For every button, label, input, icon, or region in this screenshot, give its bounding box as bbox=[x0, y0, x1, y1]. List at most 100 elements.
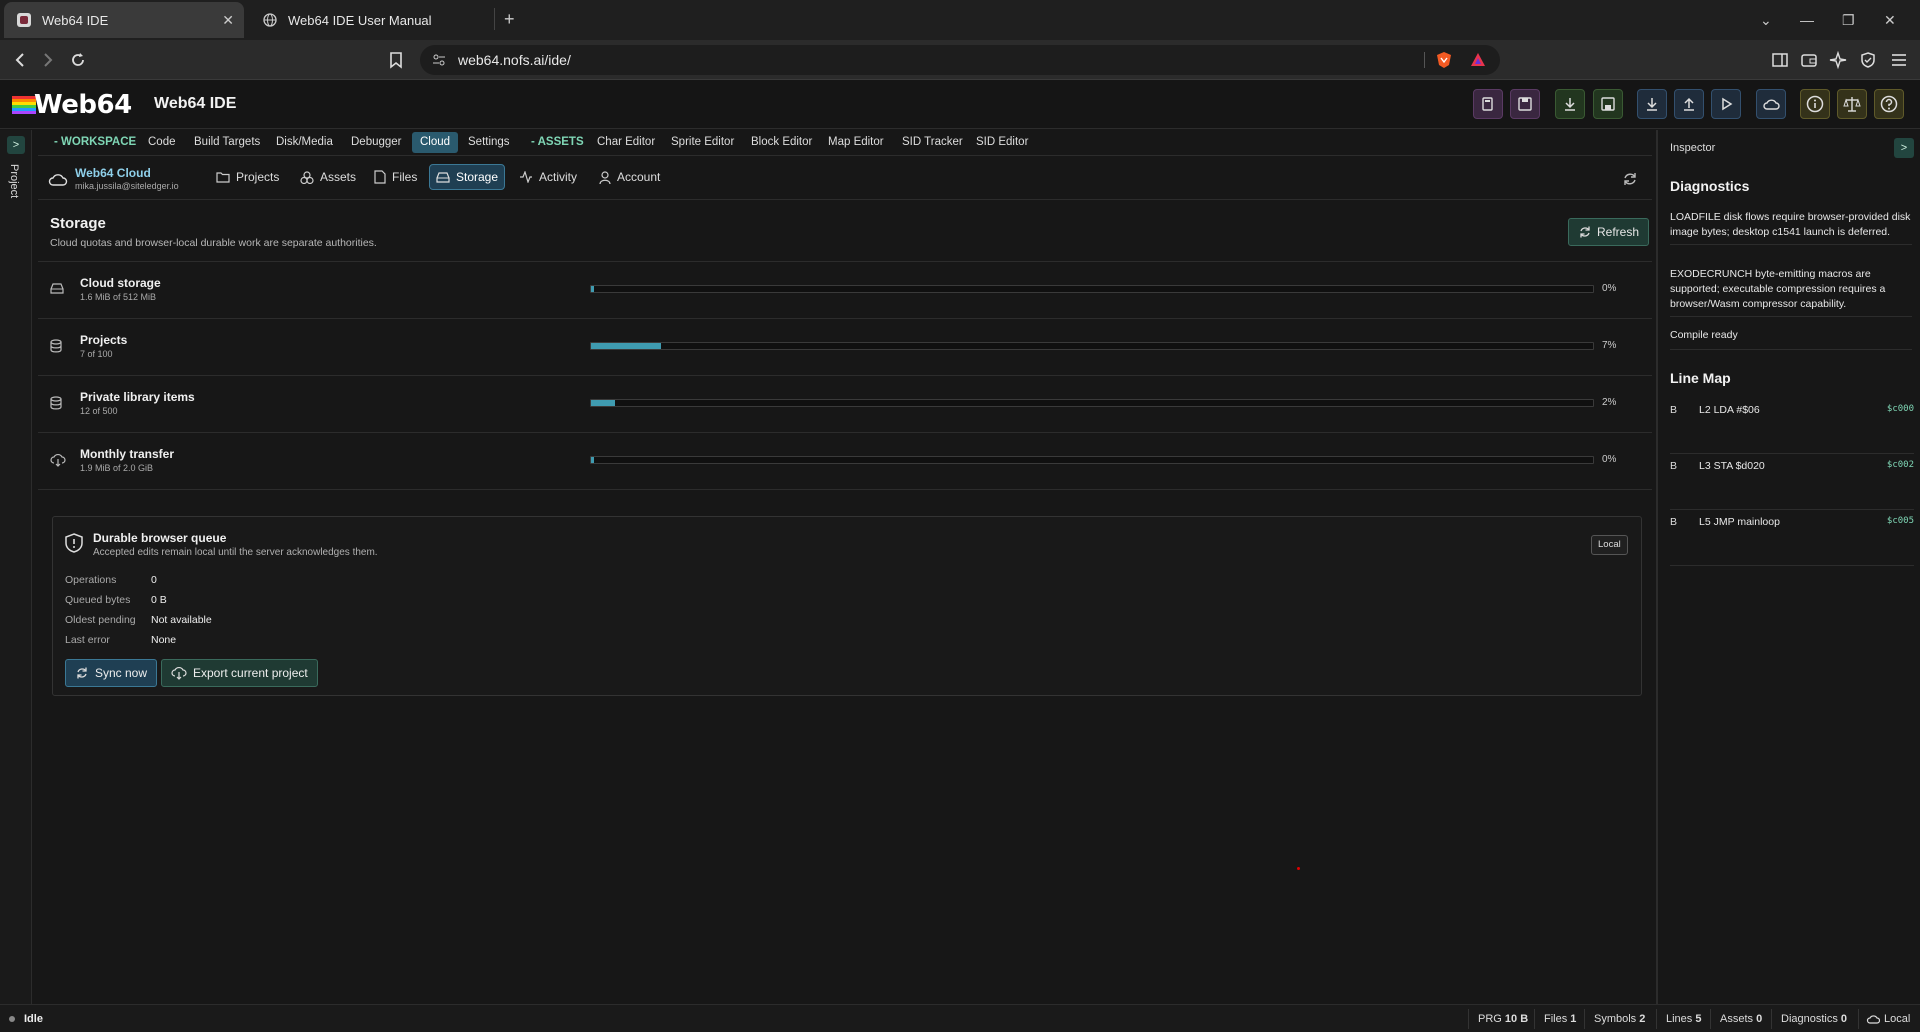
refresh-button[interactable]: Refresh bbox=[1568, 218, 1650, 246]
minimize-icon[interactable]: — bbox=[1800, 12, 1814, 28]
workspace-section-label[interactable]: - WORKSPACE bbox=[50, 130, 140, 154]
brave-rewards-icon[interactable] bbox=[1470, 52, 1486, 68]
status-divider bbox=[1771, 1009, 1772, 1029]
brave-shield-icon[interactable] bbox=[1436, 51, 1452, 69]
tab-assets[interactable]: Assets bbox=[294, 164, 362, 190]
status-label: Symbols bbox=[1594, 1013, 1637, 1025]
menu-build-targets[interactable]: Build Targets bbox=[190, 130, 264, 154]
line-map-kind: B bbox=[1670, 516, 1678, 528]
run-button[interactable] bbox=[1711, 89, 1741, 119]
sidebar-toggle-icon[interactable] bbox=[1770, 50, 1790, 70]
usage-fill bbox=[591, 457, 594, 463]
status-item-prg: PRG 10 B bbox=[1478, 1013, 1528, 1025]
forward-icon[interactable] bbox=[38, 50, 58, 70]
menu-block-editor[interactable]: Block Editor bbox=[747, 130, 816, 154]
url-text[interactable]: web64.nofs.ai/ide/ bbox=[458, 52, 571, 68]
storage-row-name: Projects bbox=[80, 333, 128, 347]
import-icon bbox=[1647, 98, 1657, 111]
line-map-row[interactable]: B L5 JMP mainloop $c005 bbox=[1670, 510, 1914, 566]
wallet-icon[interactable] bbox=[1799, 50, 1819, 70]
menu-settings[interactable]: Settings bbox=[464, 130, 514, 154]
browser-tab-web64-ide[interactable]: Web64 IDE ✕ bbox=[4, 2, 244, 38]
usage-percent: 7% bbox=[1602, 340, 1617, 351]
collapse-inspector-button[interactable]: > bbox=[1894, 138, 1914, 158]
queue-field-value: 0 bbox=[151, 574, 157, 586]
site-settings-icon[interactable] bbox=[432, 53, 446, 67]
address-bar[interactable]: web64.nofs.ai/ide/ bbox=[420, 45, 1500, 75]
tab-activity[interactable]: Activity bbox=[513, 164, 583, 190]
bookmark-icon[interactable] bbox=[386, 50, 406, 70]
leo-ai-icon[interactable] bbox=[1828, 50, 1848, 70]
export-project-button[interactable]: Export current project bbox=[161, 659, 318, 687]
cloud-header: Web64 Cloud mika.jussila@siteledger.io P… bbox=[38, 156, 1652, 200]
menu-cloud[interactable]: Cloud bbox=[412, 132, 459, 153]
line-map-address: $c005 bbox=[1886, 516, 1914, 526]
help-button[interactable] bbox=[1874, 89, 1904, 119]
import-button[interactable] bbox=[1637, 89, 1667, 119]
menu-sprite-editor[interactable]: Sprite Editor bbox=[667, 130, 738, 154]
file-icon bbox=[374, 170, 386, 184]
refresh-icon bbox=[1580, 226, 1590, 238]
download-icon bbox=[1565, 98, 1575, 111]
queue-field-value: 0 B bbox=[151, 594, 167, 606]
status-mode: Local bbox=[1884, 1013, 1911, 1025]
menu-sid-editor[interactable]: SID Editor bbox=[972, 130, 1032, 154]
browser-toolbar: web64.nofs.ai/ide/ bbox=[0, 40, 1920, 80]
reload-icon[interactable] bbox=[68, 50, 88, 70]
download-button[interactable] bbox=[1555, 89, 1585, 119]
line-map-text: L5 JMP mainloop bbox=[1699, 516, 1780, 528]
save-disk-button[interactable] bbox=[1510, 89, 1540, 119]
cloud-button[interactable] bbox=[1756, 89, 1786, 119]
tab-files[interactable]: Files bbox=[368, 164, 423, 190]
vpn-shield-icon[interactable] bbox=[1858, 50, 1878, 70]
queue-field-label: Oldest pending bbox=[65, 614, 136, 626]
storage-row-name: Monthly transfer bbox=[80, 447, 175, 461]
status-item-symbols: Symbols 2 bbox=[1594, 1013, 1645, 1025]
globe-icon bbox=[262, 12, 278, 28]
close-tab-icon[interactable]: ✕ bbox=[222, 12, 234, 29]
close-window-icon[interactable]: ✕ bbox=[1884, 12, 1896, 29]
status-divider bbox=[1858, 1009, 1859, 1029]
menu-sid-tracker[interactable]: SID Tracker bbox=[898, 130, 967, 154]
line-map-address: $c002 bbox=[1886, 460, 1914, 470]
floppy-icon bbox=[1518, 97, 1532, 111]
menu-disk-media[interactable]: Disk/Media bbox=[272, 130, 337, 154]
restore-icon[interactable]: ❐ bbox=[1842, 12, 1855, 29]
back-icon[interactable] bbox=[10, 50, 30, 70]
export-button[interactable] bbox=[1674, 89, 1704, 119]
sync-refresh-icon[interactable] bbox=[1622, 171, 1638, 187]
diagnostic-message: LOADFILE disk flows require browser-prov… bbox=[1670, 210, 1912, 245]
tab-list-chevron-icon[interactable]: ⌄ bbox=[1760, 12, 1772, 29]
menu-icon[interactable] bbox=[1889, 50, 1909, 70]
line-map-row[interactable]: B L2 LDA #$06 $c000 bbox=[1670, 398, 1914, 454]
save-prg-button[interactable] bbox=[1593, 89, 1623, 119]
queue-field-value: None bbox=[151, 634, 177, 646]
project-rail-label[interactable]: Project bbox=[8, 164, 20, 198]
tab-storage[interactable]: Storage bbox=[429, 164, 506, 190]
license-button[interactable] bbox=[1837, 89, 1867, 119]
line-map-row[interactable]: B L3 STA $d020 $c002 bbox=[1670, 454, 1914, 510]
line-map-address: $c000 bbox=[1886, 404, 1914, 414]
storage-row-detail: 1.6 MiB of 512 MiB bbox=[80, 292, 157, 302]
queue-field-value: Not available bbox=[151, 614, 212, 626]
browser-tab-manual[interactable]: Web64 IDE User Manual bbox=[250, 2, 490, 38]
tab-projects[interactable]: Projects bbox=[210, 164, 285, 190]
usage-fill bbox=[591, 286, 594, 292]
tab-account[interactable]: Account bbox=[593, 164, 666, 190]
usage-bar bbox=[590, 399, 1594, 407]
tab-assets-label: Assets bbox=[320, 170, 357, 184]
menu-debugger[interactable]: Debugger bbox=[347, 130, 406, 154]
web64-favicon-icon bbox=[16, 12, 32, 28]
menu-map-editor[interactable]: Map Editor bbox=[824, 130, 888, 154]
info-button[interactable] bbox=[1800, 89, 1830, 119]
menu-char-editor[interactable]: Char Editor bbox=[593, 130, 659, 154]
new-tab-button[interactable]: + bbox=[504, 9, 515, 30]
line-map-text: L2 LDA #$06 bbox=[1699, 404, 1760, 416]
menu-code[interactable]: Code bbox=[144, 130, 180, 154]
expand-project-button[interactable]: > bbox=[7, 136, 25, 154]
status-state: Idle bbox=[24, 1013, 43, 1025]
sync-now-button[interactable]: Sync now bbox=[65, 659, 158, 687]
assets-section-label[interactable]: - ASSETS bbox=[527, 130, 588, 154]
new-file-button[interactable] bbox=[1473, 89, 1503, 119]
play-icon bbox=[1722, 97, 1733, 111]
